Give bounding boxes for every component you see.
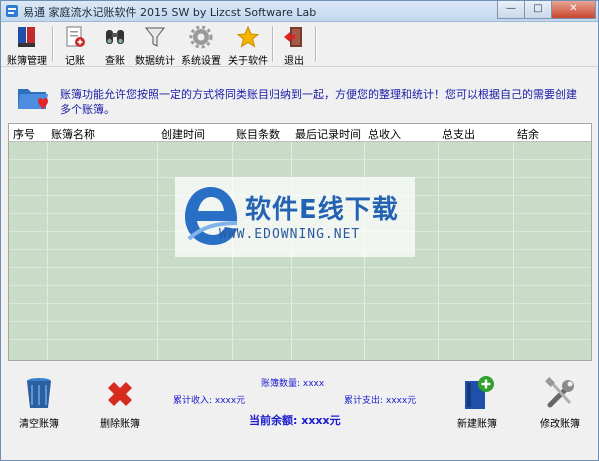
gear-icon bbox=[189, 25, 213, 49]
grid-row-line bbox=[9, 303, 591, 304]
toolbar-label: 查账 bbox=[105, 56, 125, 67]
app-window: 易通 家庭流水记账软件 2015 SW by Lizcst Software L… bbox=[0, 0, 599, 461]
toolbar-label: 账簿管理 bbox=[7, 56, 47, 67]
binoculars-icon bbox=[106, 30, 124, 44]
toolbar-statistics-button[interactable]: 数据统计 bbox=[135, 23, 175, 67]
info-text: 账簿功能允许您按照一定的方式将同类账目归纳到一起，方便您的整理和统计！您可以根据… bbox=[60, 88, 577, 116]
ledger-icon bbox=[18, 27, 35, 47]
column-header[interactable]: 账簿名称 bbox=[51, 126, 95, 142]
toolbar-separator bbox=[52, 26, 54, 62]
delete-x-icon bbox=[108, 382, 132, 406]
delete-ledger-label: 删除账簿 bbox=[100, 419, 140, 430]
new-book-icon bbox=[465, 376, 494, 409]
grid-row-line bbox=[9, 159, 591, 160]
exit-door-icon bbox=[284, 27, 302, 47]
window-controls: — □ ✕ bbox=[497, 1, 596, 19]
minimize-button[interactable]: — bbox=[497, 1, 525, 19]
record-icon bbox=[66, 26, 85, 47]
toolbar-separator bbox=[272, 26, 274, 62]
column-header[interactable]: 创建时间 bbox=[161, 126, 205, 142]
grid-row-line bbox=[9, 321, 591, 322]
close-button[interactable]: ✕ bbox=[551, 1, 596, 19]
column-header[interactable]: 账目条数 bbox=[236, 126, 280, 142]
toolbar-about-button[interactable]: 关于软件 bbox=[227, 23, 269, 67]
toolbar-label: 系统设置 bbox=[181, 56, 221, 67]
trash-bin-icon bbox=[27, 378, 51, 408]
grid-row-line bbox=[9, 285, 591, 286]
watermark-overlay: 软件E线下载 WWW.EDOWNING.NET bbox=[175, 177, 415, 257]
column-header[interactable]: 结余 bbox=[517, 126, 539, 142]
column-header[interactable]: 序号 bbox=[13, 126, 35, 142]
toolbar-exit-button[interactable]: 退出 bbox=[277, 23, 311, 67]
total-expense: 累计支出: xxxx元 bbox=[344, 396, 417, 406]
bottom-panel: 清空账簿 删除账簿 账簿数量: xxxx 累计收入: xxxx元 累计支出: x… bbox=[1, 361, 598, 460]
toolbar-separator bbox=[315, 26, 317, 62]
toolbar-label: 退出 bbox=[284, 56, 304, 67]
grid-row-line bbox=[9, 267, 591, 268]
table-header: 序号 账簿名称 创建时间 账目条数 最后记录时间 总收入 总支出 结余 bbox=[9, 124, 591, 142]
title-bar[interactable]: 易通 家庭流水记账软件 2015 SW by Lizcst Software L… bbox=[1, 1, 598, 22]
toolbar-settings-button[interactable]: 系统设置 bbox=[180, 23, 222, 67]
star-icon bbox=[236, 25, 260, 48]
ledger-count: 账簿数量: xxxx bbox=[261, 379, 325, 389]
toolbar-query-button[interactable]: 查账 bbox=[97, 23, 133, 67]
grid-row-line bbox=[9, 339, 591, 340]
current-balance: 当前余额: xxxx元 bbox=[249, 414, 341, 427]
column-header[interactable]: 最后记录时间 bbox=[295, 126, 361, 142]
tools-icon bbox=[545, 377, 574, 408]
watermark-title: 软件E线下载 bbox=[245, 195, 399, 225]
folder-heart-icon bbox=[18, 89, 48, 110]
info-panel: 账簿功能允许您按照一定的方式将同类账目归纳到一起，方便您的整理和统计！您可以根据… bbox=[1, 67, 598, 123]
column-header[interactable]: 总收入 bbox=[368, 126, 401, 142]
maximize-button[interactable]: □ bbox=[524, 1, 552, 19]
toolbar-record-button[interactable]: 记账 bbox=[57, 23, 93, 67]
app-logo-icon bbox=[6, 5, 18, 17]
toolbar-ledger-manage-button[interactable]: 账簿管理 bbox=[5, 23, 49, 67]
column-header[interactable]: 总支出 bbox=[442, 126, 475, 142]
toolbar-label: 数据统计 bbox=[135, 56, 175, 67]
main-toolbar: 账簿管理 记账 查账 数据统计 系统设置 关于软件 退出 bbox=[1, 22, 598, 67]
clear-ledger-label: 清空账簿 bbox=[19, 419, 59, 430]
toolbar-label: 记账 bbox=[65, 56, 85, 67]
funnel-icon bbox=[144, 27, 166, 47]
new-ledger-label: 新建账簿 bbox=[457, 419, 497, 430]
total-income: 累计收入: xxxx元 bbox=[173, 396, 246, 406]
toolbar-label: 关于软件 bbox=[228, 56, 268, 67]
watermark-url: WWW.EDOWNING.NET bbox=[219, 227, 361, 242]
window-title: 易通 家庭流水记账软件 2015 SW by Lizcst Software L… bbox=[23, 6, 317, 19]
edit-ledger-label: 修改账簿 bbox=[540, 419, 580, 430]
